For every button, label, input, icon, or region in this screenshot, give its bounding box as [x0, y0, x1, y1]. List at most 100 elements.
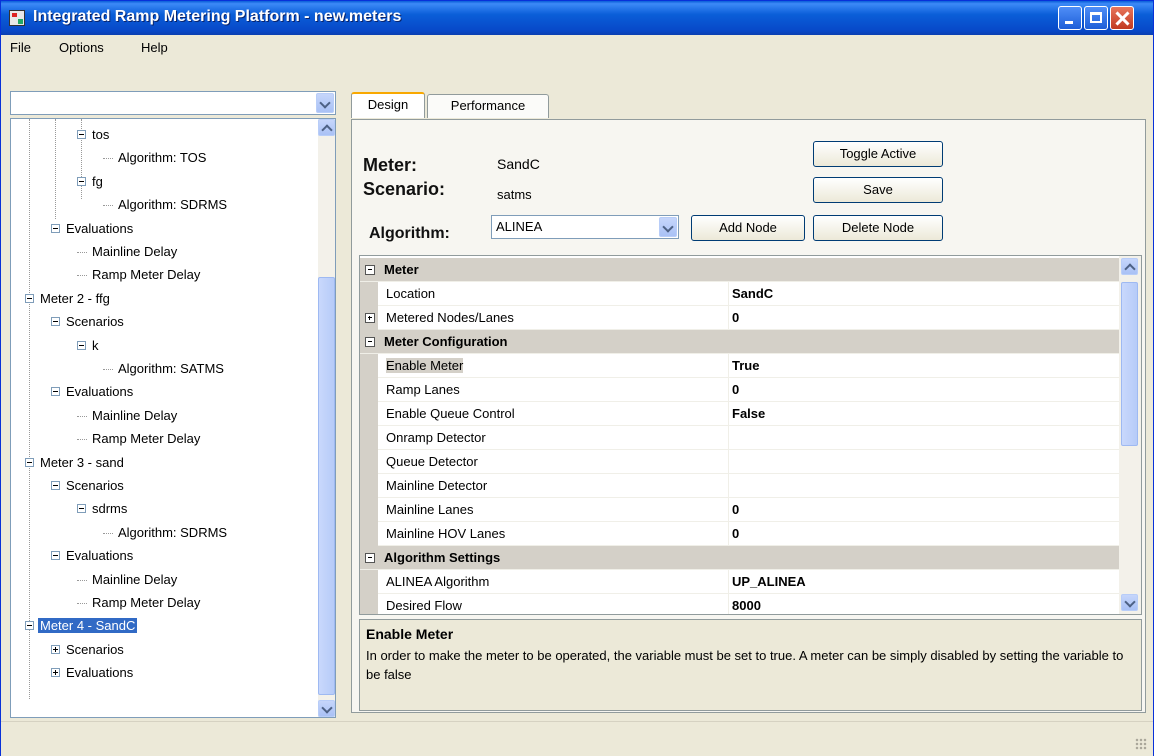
tree-scrollbar[interactable] [318, 119, 335, 717]
tree-node[interactable]: Algorithm: TOS [103, 149, 208, 167]
property-value[interactable]: UP_ALINEA [732, 574, 806, 589]
tab-performance[interactable]: Performance [427, 94, 549, 118]
collapse-icon[interactable] [365, 337, 375, 347]
chevron-down-icon[interactable] [316, 93, 334, 113]
property-value[interactable]: 0 [732, 526, 739, 541]
toggle-active-button[interactable]: Toggle Active [813, 141, 943, 167]
grid-property-row[interactable]: Mainline Lanes 0 [360, 498, 1120, 522]
maximize-button[interactable] [1084, 6, 1108, 30]
grid-property-row[interactable]: Mainline HOV Lanes 0 [360, 522, 1120, 546]
expand-icon[interactable] [51, 668, 60, 678]
tree-node[interactable]: fg [77, 173, 105, 191]
property-value[interactable]: True [732, 358, 759, 373]
tree-node[interactable]: Evaluations [51, 547, 135, 565]
collapse-icon[interactable] [51, 387, 60, 397]
grid-property-row[interactable]: Metered Nodes/Lanes 0 [360, 306, 1120, 330]
property-value[interactable]: 0 [732, 382, 739, 397]
collapse-icon[interactable] [51, 223, 60, 233]
grid-property-row[interactable]: Queue Detector [360, 450, 1120, 474]
scroll-down-icon[interactable] [1121, 594, 1138, 611]
tree-node[interactable]: Algorithm: SATMS [103, 360, 226, 378]
tree-node[interactable]: Evaluations [51, 220, 135, 238]
tree-node[interactable]: Ramp Meter Delay [77, 266, 202, 284]
scroll-down-icon[interactable] [318, 700, 335, 717]
tree-node[interactable]: Algorithm: SDRMS [103, 196, 229, 214]
tab-design[interactable]: Design [351, 92, 425, 118]
save-button[interactable]: Save [813, 177, 943, 203]
property-value[interactable]: SandC [732, 286, 773, 301]
menu-file[interactable]: File [10, 40, 31, 55]
tree-node[interactable]: Ramp Meter Delay [77, 430, 202, 448]
node-selector-combo[interactable] [10, 91, 336, 115]
grid-scrollbar[interactable] [1119, 256, 1141, 614]
tree-node[interactable]: tos [77, 126, 111, 144]
tree-node[interactable]: Mainline Delay [77, 407, 179, 425]
tree-node[interactable]: Evaluations [51, 664, 135, 682]
property-grid[interactable]: Desired Flow 8000 ALINEA Algorithm UP_ALINE… [359, 255, 1142, 615]
grid-category-row[interactable]: Algorithm Settings [360, 546, 1120, 570]
property-value[interactable]: 0 [732, 310, 739, 325]
tree-node[interactable]: k [77, 337, 101, 355]
collapse-icon[interactable] [365, 553, 375, 563]
add-node-button[interactable]: Add Node [691, 215, 805, 241]
tree-node[interactable]: Meter 2 - ffg [25, 290, 112, 308]
grid-property-row[interactable]: Desired Flow 8000 [360, 594, 1120, 614]
tree-node-label: Meter 3 - sand [40, 454, 124, 470]
collapse-icon[interactable] [25, 293, 34, 303]
tree-node[interactable]: Meter 3 - sand [25, 454, 126, 472]
grid-gutter [360, 594, 378, 614]
grid-property-row[interactable]: ALINEA Algorithm UP_ALINEA [360, 570, 1120, 594]
collapse-icon[interactable] [77, 130, 86, 140]
grid-category-row[interactable]: Meter Configuration [360, 330, 1120, 354]
scroll-thumb[interactable] [318, 277, 335, 695]
tree-node[interactable]: Scenarios [51, 313, 126, 331]
property-value[interactable]: 0 [732, 502, 739, 517]
tree-node[interactable]: sdrms [77, 500, 129, 518]
title-bar[interactable]: Integrated Ramp Metering Platform - new.… [1, 1, 1153, 35]
collapse-icon[interactable] [365, 265, 375, 275]
grid-gutter [360, 426, 378, 450]
grid-category-row[interactable]: Meter [360, 258, 1120, 282]
menu-options[interactable]: Options [59, 40, 104, 55]
collapse-icon[interactable] [25, 457, 34, 467]
tree-connector [103, 158, 113, 160]
resize-grip-icon[interactable] [1135, 738, 1147, 750]
property-value[interactable]: False [732, 406, 765, 421]
grid-property-row[interactable]: Onramp Detector [360, 426, 1120, 450]
scroll-up-icon[interactable] [1121, 258, 1138, 275]
grid-scroll-thumb[interactable] [1121, 282, 1138, 446]
tree-node[interactable]: Algorithm: SDRMS [103, 524, 229, 542]
expand-icon[interactable] [365, 313, 375, 323]
scroll-up-icon[interactable] [318, 119, 335, 136]
collapse-icon[interactable] [77, 340, 86, 350]
tree-node[interactable]: Mainline Delay [77, 571, 179, 589]
grid-property-row[interactable]: Enable Queue Control False [360, 402, 1120, 426]
tree-node[interactable]: Scenarios [51, 641, 126, 659]
tree-node[interactable]: Scenarios [51, 477, 126, 495]
collapse-icon[interactable] [77, 176, 86, 186]
tree-node[interactable]: Ramp Meter Delay [77, 594, 202, 612]
close-button[interactable] [1110, 6, 1134, 30]
collapse-icon[interactable] [51, 551, 60, 561]
collapse-icon[interactable] [77, 504, 86, 514]
grid-property-row[interactable]: Location SandC [360, 282, 1120, 306]
collapse-icon[interactable] [25, 621, 34, 631]
tree-node[interactable]: Meter 4 - SandC [25, 617, 138, 635]
collapse-icon[interactable] [51, 317, 60, 327]
tree-node[interactable]: Mainline Delay [77, 243, 179, 261]
collapse-icon[interactable] [51, 481, 60, 491]
grid-property-row[interactable]: Ramp Lanes 0 [360, 378, 1120, 402]
grid-property-row[interactable]: Enable Meter True [360, 354, 1120, 378]
property-value[interactable]: 8000 [732, 598, 761, 613]
tree-node[interactable]: Evaluations [51, 383, 135, 401]
delete-node-button[interactable]: Delete Node [813, 215, 943, 241]
grid-column-divider [728, 594, 729, 614]
meter-tree-view[interactable]: Evaluations Scenarios Meter 4 - SandC Ramp … [10, 118, 336, 718]
app-icon[interactable] [9, 10, 25, 26]
grid-property-row[interactable]: Mainline Detector [360, 474, 1120, 498]
chevron-down-icon[interactable] [659, 217, 677, 237]
minimize-button[interactable] [1058, 6, 1082, 30]
menu-help[interactable]: Help [141, 40, 168, 55]
expand-icon[interactable] [51, 644, 60, 654]
algorithm-select[interactable]: ALINEA [491, 215, 679, 239]
